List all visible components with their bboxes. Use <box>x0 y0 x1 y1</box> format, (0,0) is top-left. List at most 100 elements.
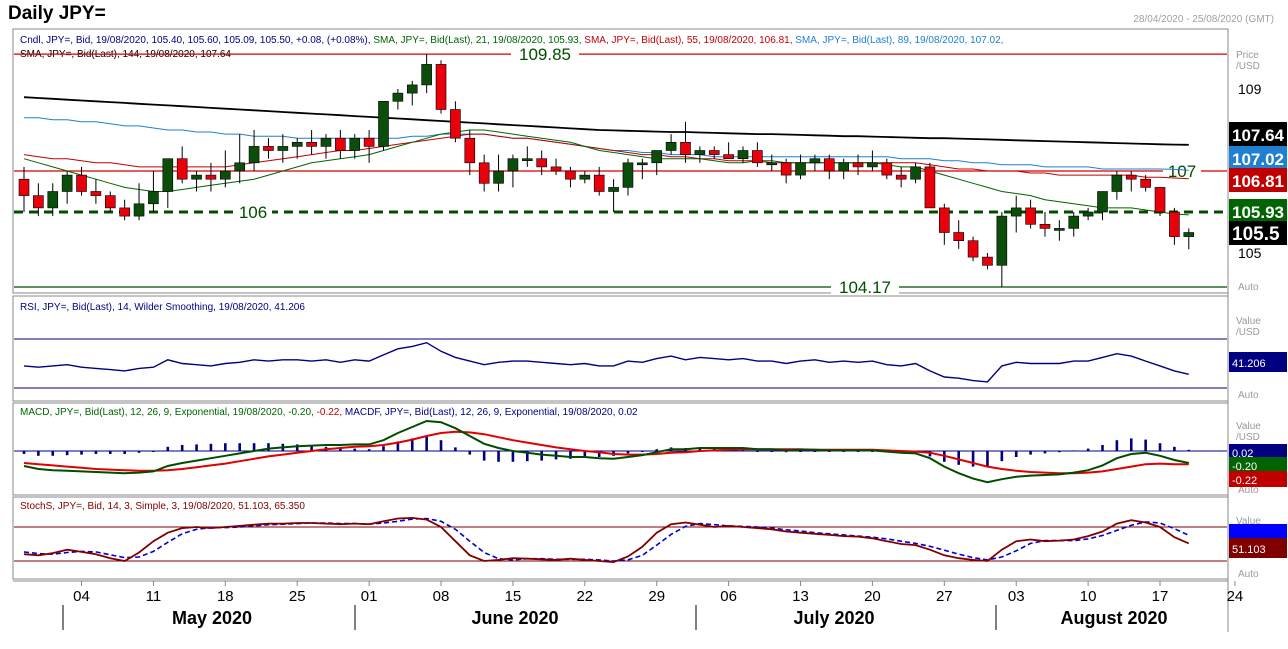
macd-histogram-bar <box>37 451 40 456</box>
candle-up <box>1111 174 1123 192</box>
candle-up <box>665 142 677 151</box>
candle-up <box>277 146 289 151</box>
candle-down <box>435 64 447 110</box>
axis-title-line: /USD <box>1236 327 1260 338</box>
stoch-d-line <box>23 517 1190 562</box>
macd-histogram-bar <box>137 451 141 453</box>
stoch-auto-label[interactable]: Auto <box>1238 569 1259 580</box>
candle-down <box>90 191 102 196</box>
candle-up <box>694 150 706 155</box>
candle-up <box>392 92 404 102</box>
horizontal-levels: 109.85107106104.17 <box>14 44 1227 297</box>
axis-title-line: /USD <box>1236 432 1260 443</box>
legend-segment: SMA, JPY=, Bid(Last), 89, 19/08/2020, 10… <box>795 35 1003 46</box>
level-label-109.85: 109.85 <box>519 45 571 64</box>
month-label: May 2020 <box>172 608 252 628</box>
macd-histogram-bar <box>22 451 26 454</box>
macd-histogram-bar <box>497 451 500 462</box>
price-auto-label[interactable]: Auto <box>1238 282 1259 293</box>
macd-histogram-bar <box>813 451 817 452</box>
candle-up <box>61 174 73 192</box>
candle-down <box>33 195 44 209</box>
macd-histogram-bar <box>957 451 960 465</box>
macd-histogram-bar <box>1014 451 1018 457</box>
candle-up <box>148 191 159 205</box>
candle-up <box>579 174 591 180</box>
signal-badge: -0.22 <box>1232 475 1257 487</box>
legend-segment: -0.22, <box>317 407 345 418</box>
x-tick-label-25: 25 <box>289 588 306 605</box>
macd-histogram-bar <box>51 451 55 456</box>
macd-histogram-bar <box>252 443 256 451</box>
candle-down <box>939 207 950 233</box>
x-tick-label-03: 03 <box>1008 588 1025 605</box>
stoch_k-badge: 51.103 <box>1232 544 1266 556</box>
stoch-k-line <box>23 516 1190 564</box>
x-tick-label-29: 29 <box>648 588 665 605</box>
candle-down <box>1039 224 1051 229</box>
legend-segment: SMA, JPY=, Bid(Last), 55, 19/08/2020, 10… <box>584 35 795 46</box>
x-tick-label-06: 06 <box>720 588 737 605</box>
sma89-line <box>24 117 1189 171</box>
macd-histogram-bar <box>468 451 472 455</box>
candle-up <box>651 150 663 164</box>
macd-histogram-bar <box>1000 451 1004 462</box>
candle-up <box>234 162 245 172</box>
rsi-auto-label[interactable]: Auto <box>1238 390 1259 401</box>
candle-down <box>967 240 979 258</box>
chart-canvas[interactable]: Cndl, JPY=, Bid, 19/08/2020, 105.40, 105… <box>0 0 1288 649</box>
macd-histogram-bar <box>94 451 98 454</box>
candle-down <box>823 158 835 172</box>
macd-histogram-bar <box>1029 451 1032 455</box>
x-tick-label-24: 24 <box>1227 588 1244 605</box>
candle-down <box>680 142 691 155</box>
macd-histogram-bar <box>1115 440 1119 451</box>
rsi-line <box>23 341 1189 383</box>
candle-up <box>1097 191 1108 213</box>
sma21-line <box>23 129 1189 216</box>
x-tick-label-10: 10 <box>1080 588 1097 605</box>
price-panel-frame[interactable] <box>12 28 1229 294</box>
candle-up <box>521 158 533 161</box>
candle-up <box>1082 211 1094 217</box>
x-tick-label-22: 22 <box>576 588 593 605</box>
candle-down <box>982 256 993 266</box>
rsi-axis-title: Value/USD <box>1236 316 1261 338</box>
candle-up <box>1068 215 1080 229</box>
macd-histogram-bar <box>1058 451 1061 453</box>
candle-up <box>795 162 806 176</box>
x-axis: 04 11 18 25 01 08 15 22 29 06 13 20 27 03 10 17 24 May 20… <box>62 581 1244 630</box>
candle-down <box>780 162 792 176</box>
stoch-legend: StochS, JPY=, Bid, 14, 3, Simple, 3, 19/… <box>20 501 305 512</box>
last-badge: 105.5 <box>1232 224 1280 245</box>
candle-down <box>1140 178 1151 188</box>
level-label-104.17: 104.17 <box>839 278 891 297</box>
sma144-line <box>23 96 1189 146</box>
macd-histogram-bar <box>108 451 112 454</box>
macd-histogram-bar <box>1187 449 1191 451</box>
stoch-plot <box>14 516 1227 564</box>
candle-up <box>1054 228 1065 231</box>
x-tick-label-01: 01 <box>361 588 378 605</box>
legend-segment: MACD, JPY=, Bid(Last), 12, 26, 9, Expone… <box>20 407 317 418</box>
macd-histogram-bar <box>1043 451 1047 454</box>
candle-up <box>809 158 821 164</box>
x-tick-label-27: 27 <box>936 588 953 605</box>
candle-up <box>406 84 418 94</box>
rsi-plot <box>14 338 1227 389</box>
candle-up <box>220 170 231 180</box>
macd-plot <box>14 419 1227 484</box>
x-tick-label-08: 08 <box>433 588 450 605</box>
candle-down <box>953 232 965 241</box>
x-tick-label-18: 18 <box>217 588 234 605</box>
macd-histogram-bar <box>482 451 486 461</box>
sma144-badge: 107.64 <box>1232 126 1285 145</box>
legend-segment: Cndl, JPY=, Bid, 19/08/2020, 105.40, 105… <box>20 35 373 46</box>
candle-down <box>306 142 317 147</box>
candle-down <box>363 137 375 147</box>
candle-up <box>320 137 332 147</box>
candle-up <box>1183 232 1195 237</box>
candle-down <box>335 137 346 151</box>
candle-up <box>1010 207 1022 217</box>
candle-up <box>248 146 260 164</box>
